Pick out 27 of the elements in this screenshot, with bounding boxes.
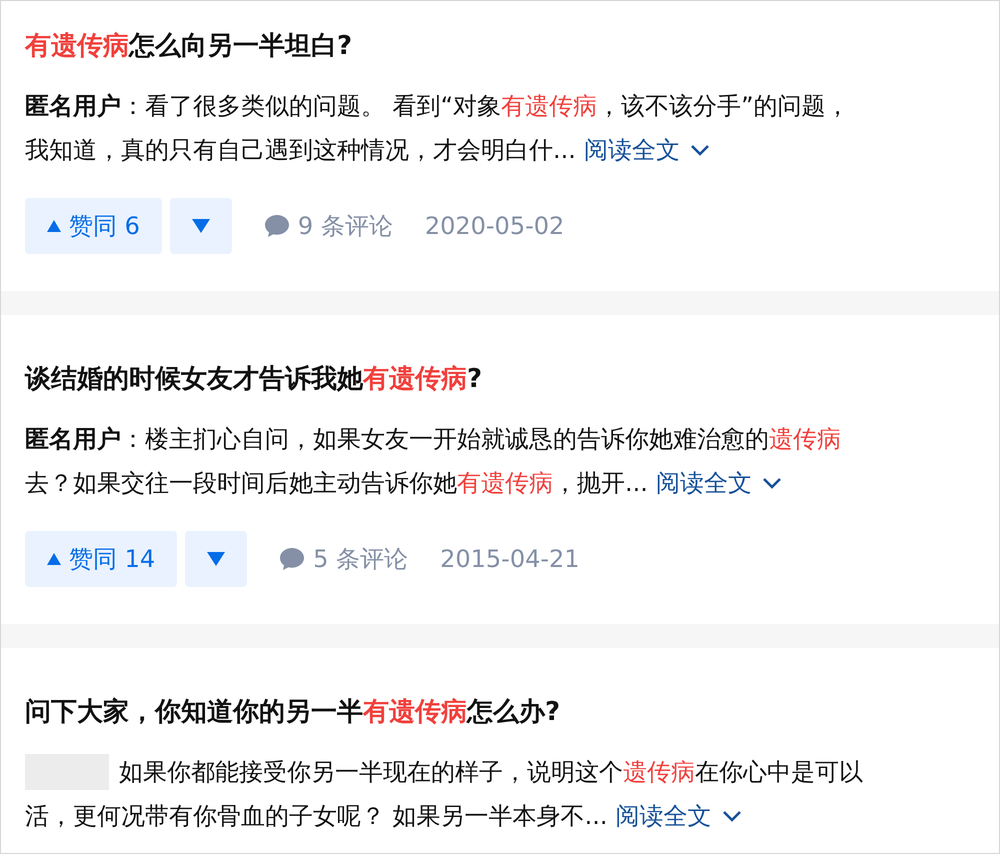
read-more-link[interactable]: 阅读全文 xyxy=(616,794,742,838)
excerpt-text: 去？如果交往一段时间后她主动告诉你她有遗传病，抛开... xyxy=(25,468,648,499)
upvote-button[interactable]: 赞同 6 xyxy=(25,198,162,254)
chevron-down-icon xyxy=(762,477,782,489)
excerpt-text: 我知道，真的只有自己遇到这种情况，才会明白什... xyxy=(25,135,576,166)
excerpt-text: 如果你都能接受你另一半现在的样子，说明这个遗传病在你心中是可以 xyxy=(119,757,863,788)
downvote-button[interactable] xyxy=(170,198,232,254)
triangle-down-icon xyxy=(192,219,210,233)
chevron-down-icon xyxy=(722,810,742,822)
read-more-link[interactable]: 阅读全文 xyxy=(584,128,710,172)
excerpt-text: 活，更何况带有你骨血的子女呢？ 如果另一半本身不... xyxy=(25,801,608,832)
chevron-down-icon xyxy=(690,144,710,156)
result-title[interactable]: 有遗传病怎么向另一半坦白? xyxy=(25,24,999,68)
triangle-up-icon xyxy=(47,220,61,232)
excerpt-text: 匿名用户：楼主扪心自问，如果女友一开始就诚恳的告诉你她难治愈的遗传病 xyxy=(25,424,841,455)
upvote-button[interactable]: 赞同 14 xyxy=(25,531,178,587)
comment-icon xyxy=(279,547,306,571)
comment-icon xyxy=(264,214,290,238)
downvote-button[interactable] xyxy=(185,531,248,587)
result-title[interactable]: 问下大家，你知道你的另一半有遗传病怎么办? xyxy=(25,690,999,734)
triangle-up-icon xyxy=(47,553,61,565)
triangle-down-icon xyxy=(207,552,226,566)
excerpt-text: 匿名用户：看了很多类似的问题。 看到“对象有遗传病，该不该分手”的问题， xyxy=(25,91,850,122)
post-date: 2015-04-21 xyxy=(440,544,580,575)
post-date: 2020-05-02 xyxy=(424,211,564,242)
read-more-link[interactable]: 阅读全文 xyxy=(656,461,782,505)
result-title[interactable]: 谈结婚的时候女友才告诉我她有遗传病? xyxy=(25,357,999,401)
